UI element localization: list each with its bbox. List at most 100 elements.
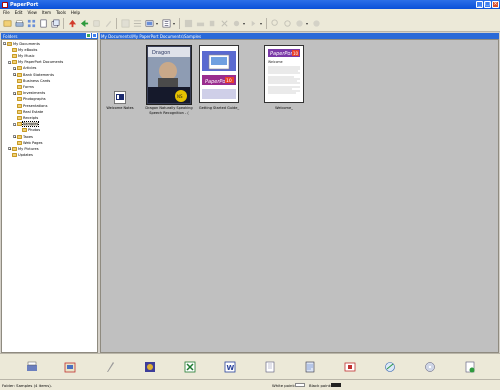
word-app-icon[interactable]: W (224, 361, 236, 373)
tree-folder[interactable]: Photos (18, 128, 40, 133)
save-button[interactable] (183, 19, 193, 29)
close-button[interactable]: × (492, 1, 499, 8)
scanner-app-icon[interactable] (26, 361, 38, 373)
sort-button[interactable] (161, 19, 171, 29)
new-folder-icon[interactable] (86, 33, 91, 38)
window-title: PaperPort (10, 1, 39, 8)
menu-item[interactable]: Item (42, 10, 51, 15)
welcome-item[interactable]: PaperPort 10 Welcome (264, 45, 304, 103)
sort-dropdown-icon[interactable]: ▾ (173, 19, 176, 28)
tree-expander-icon[interactable]: + (13, 73, 17, 77)
tree-folder[interactable]: − My PaperPort Documents (8, 60, 63, 65)
tree-expander-icon[interactable]: + (13, 135, 17, 139)
black-point-label: Black point: (309, 383, 332, 388)
zoom-button[interactable] (270, 19, 280, 29)
next-dropdown-icon[interactable]: ▾ (260, 19, 263, 28)
getting-started-item[interactable]: PaperPort 10 (199, 45, 239, 103)
menu-bar: File Edit View Item Tools Help (0, 9, 500, 16)
rotate-dropdown-icon[interactable]: ▾ (156, 19, 159, 28)
folder-icon (17, 115, 22, 120)
black-point-swatch[interactable] (331, 383, 341, 387)
cd-app-icon[interactable] (424, 361, 436, 373)
tree-expander-icon[interactable]: − (8, 60, 12, 64)
copy-button[interactable] (207, 19, 217, 29)
tree-folder[interactable]: − Samples (13, 121, 40, 128)
tree-folder[interactable]: Forms (13, 84, 34, 89)
status-bar: Folder: Samples (4 items). White point: … (0, 379, 500, 390)
web-button[interactable] (294, 19, 304, 29)
folder-icon (12, 146, 17, 151)
folder-icon (17, 78, 22, 83)
tree-folder[interactable]: + Taxes (13, 134, 33, 139)
tree-folder[interactable]: My eBooks (8, 47, 37, 52)
tree-folder[interactable]: Updates (8, 153, 33, 158)
add-app-icon[interactable] (464, 361, 476, 373)
tree-folder[interactable]: Web Pages (13, 140, 43, 145)
red-arrow-icon[interactable] (67, 19, 77, 29)
tree-folder[interactable]: My Music (8, 53, 35, 58)
white-point-swatch[interactable] (295, 383, 305, 387)
excel-app-icon[interactable] (184, 361, 196, 373)
fax-app-icon[interactable] (64, 361, 76, 373)
help-button[interactable] (311, 19, 321, 29)
maximize-button[interactable]: □ (484, 1, 491, 8)
pencil-app-icon[interactable] (104, 361, 116, 373)
tree-folder[interactable]: + My Pictures (8, 146, 39, 151)
ocr-app-icon[interactable] (304, 361, 316, 373)
green-arrow-icon[interactable] (79, 19, 89, 29)
white-point-label: White point: (272, 383, 296, 388)
close-pane-icon[interactable] (92, 33, 97, 38)
tree-folder[interactable]: + Bank Statements (13, 72, 54, 77)
thumbnail-view-button[interactable] (26, 19, 36, 29)
notepad-app-icon[interactable] (264, 361, 276, 373)
annotate-button[interactable] (103, 19, 113, 29)
refresh-button[interactable] (282, 19, 292, 29)
folder-icon (22, 128, 27, 133)
scan-button[interactable] (14, 19, 24, 29)
menu-edit[interactable]: Edit (15, 10, 23, 15)
toolbar-separator (63, 18, 64, 29)
folder-icon (17, 103, 22, 108)
menu-view[interactable]: View (27, 10, 37, 15)
next-button[interactable] (248, 19, 258, 29)
tree-folder[interactable]: Business Cards (13, 78, 50, 83)
svg-text:W: W (227, 364, 235, 372)
welcome-notes-item[interactable] (114, 91, 126, 104)
tree-expander-icon[interactable]: + (13, 91, 17, 95)
web-dropdown-icon[interactable]: ▾ (306, 19, 309, 28)
menu-help[interactable]: Help (71, 10, 80, 15)
page-thumbnails-button[interactable] (120, 19, 130, 29)
tree-expander-icon[interactable]: + (8, 147, 12, 151)
gear-dropdown-icon[interactable]: ▾ (243, 19, 246, 28)
tree-expander-icon[interactable]: − (13, 122, 17, 126)
list-view-button[interactable] (132, 19, 142, 29)
paint-app-icon[interactable] (144, 361, 156, 373)
menu-file[interactable]: File (3, 10, 10, 15)
status-text: Folder: Samples (4 items). (2, 383, 52, 388)
print-button[interactable] (195, 19, 205, 29)
gear-icon[interactable] (231, 19, 241, 29)
tree-expander-icon[interactable]: + (13, 66, 17, 70)
folders-pane-button[interactable] (2, 19, 12, 29)
dragon-ns-item[interactable]: Dragon NS (146, 45, 192, 105)
unstack-button[interactable] (91, 19, 101, 29)
web-app-icon[interactable] (384, 361, 396, 373)
tree-folder[interactable]: Real Estate (13, 109, 43, 114)
page-view-button[interactable] (38, 19, 48, 29)
pdf-app-icon[interactable] (344, 361, 356, 373)
minimize-button[interactable]: _ (476, 1, 483, 8)
tree-folder[interactable]: + Investments (13, 91, 45, 96)
delete-button[interactable] (219, 19, 229, 29)
stack-button[interactable] (50, 19, 60, 29)
tree-folder[interactable]: Photographs (13, 97, 46, 102)
welcome-heading: Welcome (268, 60, 283, 64)
tree-expander-icon[interactable]: − (3, 42, 7, 46)
folders-pane-title: Folders (3, 33, 18, 39)
tree-folder[interactable]: − My Documents (3, 41, 40, 46)
tree-folder[interactable]: + Articles (13, 66, 36, 71)
rotate-button[interactable] (144, 19, 154, 29)
tree-folder[interactable]: Presentations (13, 103, 47, 108)
tree-folder[interactable]: Receipts (13, 115, 38, 120)
desktop-workspace[interactable]: Welcome Notes Dragon NS Dragon Naturally… (100, 39, 499, 353)
menu-tools[interactable]: Tools (56, 10, 66, 15)
